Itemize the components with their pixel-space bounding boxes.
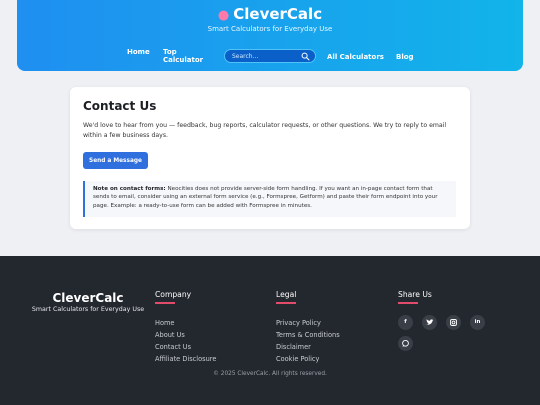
nav-top-calculator[interactable]: Top Calculator: [163, 48, 203, 64]
footer-link-terms[interactable]: Terms & Conditions: [276, 329, 340, 341]
footer-link-home[interactable]: Home: [155, 317, 216, 329]
footer-link-affiliate[interactable]: Affiliate Disclosure: [155, 353, 216, 365]
search-input[interactable]: [232, 51, 300, 61]
search-icon[interactable]: [301, 52, 310, 61]
footer-brand-name: CleverCalc: [52, 291, 124, 305]
footer-company-heading: Company: [155, 290, 192, 299]
brand[interactable]: ● CleverCalc: [17, 5, 523, 23]
footer-link-disclaimer[interactable]: Disclaimer: [276, 341, 340, 353]
copyright: © 2025 CleverCalc. All rights reserved.: [213, 371, 327, 377]
search-box: [224, 49, 316, 63]
footer-brand: CleverCalc Smart Calculators for Everyda…: [28, 291, 148, 314]
footer-link-cookies[interactable]: Cookie Policy: [276, 353, 340, 365]
page-title: Contact Us: [83, 99, 157, 113]
footer-share: Share Us: [398, 290, 432, 304]
site-footer: CleverCalc Smart Calculators for Everyda…: [0, 256, 540, 405]
footer-legal: Legal Privacy Policy Terms & Conditions …: [276, 290, 340, 366]
contact-card: Contact Us We'd love to hear from you — …: [70, 87, 470, 229]
facebook-icon[interactable]: f: [398, 315, 413, 330]
instagram-glyph: [450, 319, 457, 326]
footer-share-heading: Share Us: [398, 290, 432, 299]
footer-divider: [276, 302, 296, 304]
nav-all-calculators[interactable]: All Calculators: [327, 53, 384, 61]
footer-link-about[interactable]: About Us: [155, 329, 216, 341]
footer-link-privacy[interactable]: Privacy Policy: [276, 317, 340, 329]
footer-tagline: Smart Calculators for Everyday Use: [31, 306, 145, 313]
contact-intro: We'd love to hear from you — feedback, b…: [83, 122, 447, 139]
footer-divider: [155, 302, 175, 304]
brand-tagline: Smart Calculators for Everyday Use: [207, 25, 333, 33]
nav-blog[interactable]: Blog: [396, 53, 414, 61]
contact-form-note: Note on contact forms: Neocities does no…: [83, 181, 456, 217]
note-label: Note on contact forms:: [93, 186, 166, 192]
send-message-button[interactable]: Send a Message: [83, 152, 148, 169]
whatsapp-icon[interactable]: [398, 336, 413, 351]
brand-name: CleverCalc: [233, 5, 323, 23]
footer-company: Company Home About Us Contact Us Affilia…: [155, 290, 216, 366]
twitter-bird-glyph: [426, 319, 434, 325]
footer-divider: [398, 302, 418, 304]
whatsapp-glyph: [402, 339, 409, 347]
site-header: ● CleverCalc Smart Calculators for Everyd…: [17, 0, 523, 71]
footer-link-contact[interactable]: Contact Us: [155, 341, 216, 353]
linkedin-icon[interactable]: in: [470, 315, 485, 330]
nav-home[interactable]: Home: [127, 48, 150, 56]
brain-icon: ●: [217, 8, 230, 23]
twitter-icon[interactable]: [422, 315, 437, 330]
instagram-icon[interactable]: [446, 315, 461, 330]
footer-legal-heading: Legal: [276, 290, 297, 299]
